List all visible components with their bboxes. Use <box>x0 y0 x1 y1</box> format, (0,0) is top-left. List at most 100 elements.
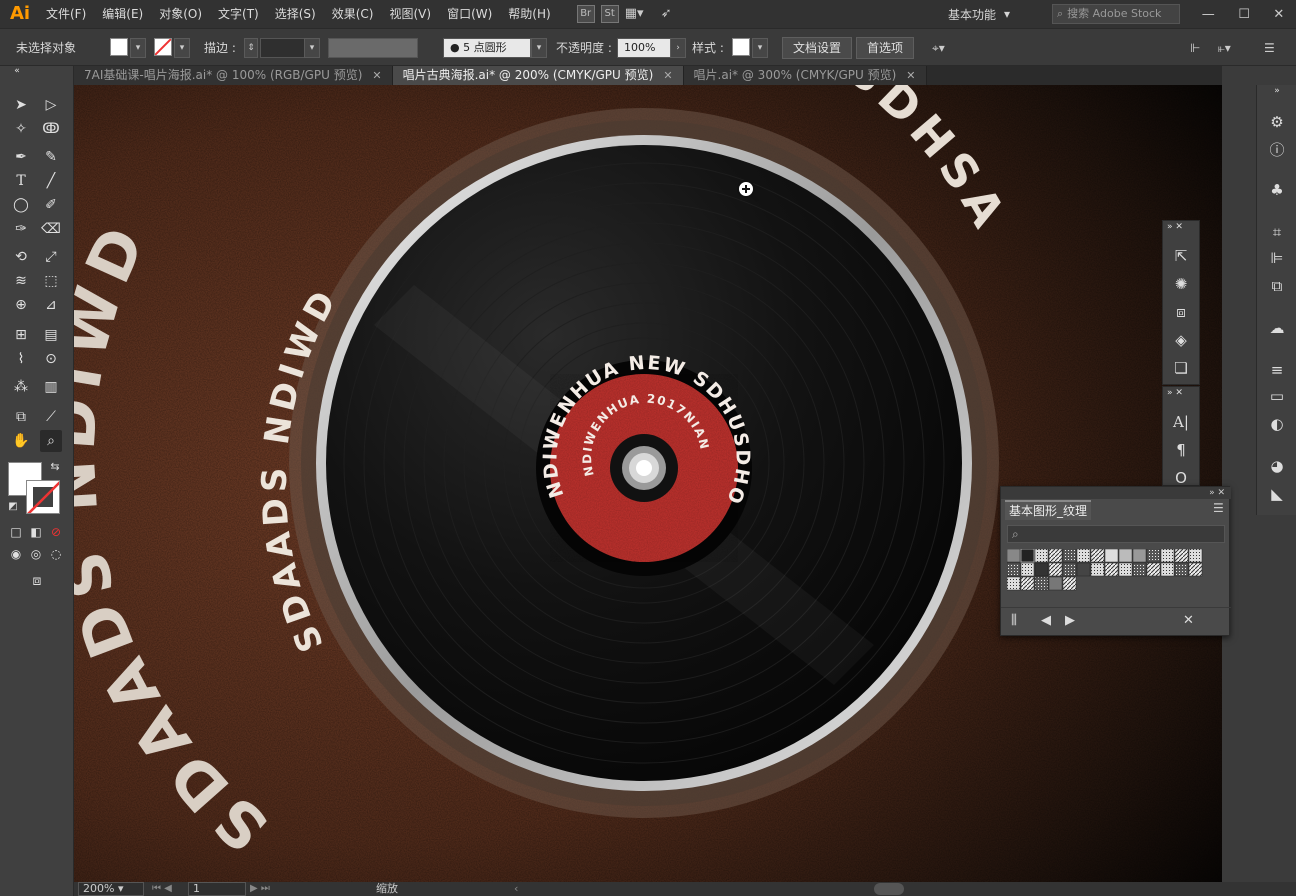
preferences-button[interactable]: 首选项 <box>856 37 915 59</box>
close-icon[interactable]: ✕ <box>372 66 381 85</box>
next-library-icon[interactable]: ▶ <box>1065 613 1075 628</box>
blend-tool-icon[interactable]: ⊙ <box>40 348 62 370</box>
tab-document-1[interactable]: 7AI基础课-唱片海报.ai* @ 100% (RGB/GPU 预览) ✕ <box>74 66 393 85</box>
variable-width-profile[interactable] <box>328 38 418 58</box>
appearance-icon[interactable]: ◕ <box>1266 455 1288 477</box>
line-tool-icon[interactable]: ╱ <box>40 170 62 192</box>
swap-fill-stroke-icon[interactable]: ⇆ <box>48 460 62 474</box>
pen-tool-icon[interactable]: ✒ <box>10 146 32 168</box>
type-tool-icon[interactable]: T <box>10 170 32 192</box>
horizontal-scrollbar-thumb[interactable] <box>874 883 904 895</box>
shaper-tool-icon[interactable]: ✑ <box>10 218 32 240</box>
width-tool-icon[interactable]: ≋ <box>10 270 32 292</box>
transform-icon[interactable]: ⌗ <box>1266 221 1288 243</box>
menu-effect[interactable]: 效果(C) <box>324 0 382 28</box>
properties-icon[interactable]: ⚙ <box>1266 111 1288 133</box>
minimize-icon[interactable]: — <box>1202 7 1215 22</box>
style-dropdown[interactable]: ▾ <box>752 38 768 58</box>
none-mode-icon[interactable]: ⊘ <box>48 524 64 540</box>
zoom-tool-icon[interactable]: ⌕ <box>40 430 62 452</box>
fill-dropdown[interactable]: ▾ <box>130 38 146 58</box>
scroll-left-icon[interactable]: ‹ <box>514 882 518 896</box>
menu-window[interactable]: 窗口(W) <box>439 0 500 28</box>
cc-libraries-icon[interactable]: ☁ <box>1266 317 1288 339</box>
mesh-tool-icon[interactable]: ⊞ <box>10 324 32 346</box>
info-icon[interactable]: ⓘ <box>1266 139 1288 161</box>
stock-icon[interactable]: St <box>600 5 619 23</box>
artboard-number-field[interactable]: 1 <box>188 882 246 896</box>
rotate-tool-icon[interactable]: ⟲ <box>10 246 32 268</box>
draw-inside-icon[interactable]: ◌ <box>48 546 64 562</box>
magic-wand-tool-icon[interactable]: ✧ <box>10 118 32 140</box>
draw-normal-icon[interactable]: ◉ <box>8 546 24 562</box>
first-artboard-icon[interactable]: ⏮ ◀ <box>152 882 172 896</box>
layers-icon[interactable]: ◈ <box>1170 329 1192 351</box>
color-mode-icon[interactable]: □ <box>8 524 24 540</box>
curvature-tool-icon[interactable]: ✎ <box>40 146 62 168</box>
workspace-switcher[interactable]: 基本功能 ▾ <box>948 0 1044 28</box>
document-setup-button[interactable]: 文档设置 <box>782 37 853 59</box>
bridge-icon[interactable]: Br <box>576 5 595 23</box>
close-icon[interactable]: ✕ <box>1273 7 1284 22</box>
panel-tab-title[interactable]: 基本图形_纹理 <box>1005 500 1092 520</box>
close-icon[interactable]: ✕ <box>663 66 672 85</box>
artboard-tool-icon[interactable]: ⧉ <box>10 406 32 428</box>
opacity-dropdown[interactable]: › <box>670 38 686 58</box>
pathfinder-icon[interactable]: ⧉ <box>1266 275 1288 297</box>
control-bar-menu-icon[interactable]: ☰ <box>1264 38 1275 58</box>
symbols-icon[interactable]: ♣ <box>1266 179 1288 201</box>
align-icon[interactable]: ⊫ <box>1266 247 1288 269</box>
eyedropper-tool-icon[interactable]: ⌇ <box>10 348 32 370</box>
artboard-canvas[interactable]: SDAADS NDIWD ENHUA NEW SDHUSDHSA SDAADS … <box>74 85 1222 882</box>
menu-edit[interactable]: 编辑(E) <box>94 0 151 28</box>
graphic-style-swatch[interactable] <box>732 38 750 56</box>
graphic-styles-icon[interactable]: ◣ <box>1266 483 1288 505</box>
stroke-color-box[interactable] <box>26 480 60 514</box>
distribute-icon[interactable]: ⫦▾ <box>1218 38 1231 58</box>
stroke-swatch[interactable] <box>154 38 172 56</box>
panel-menu-icon[interactable]: ☰ <box>1213 501 1224 515</box>
stroke-panel-icon[interactable]: ≡ <box>1266 359 1288 381</box>
add-to-swatches-icon[interactable]: ✕ <box>1183 613 1194 628</box>
character-icon[interactable]: A| <box>1170 411 1192 433</box>
stroke-dropdown[interactable]: ▾ <box>174 38 190 58</box>
close-icon[interactable]: ✕ <box>1217 488 1225 498</box>
collapse-icon[interactable]: « <box>6 66 28 76</box>
stroke-weight-dropdown[interactable]: ▾ <box>304 38 320 58</box>
brushes-icon[interactable]: ✺ <box>1170 273 1192 295</box>
ellipse-tool-icon[interactable]: ◯ <box>10 194 32 216</box>
direct-selection-tool-icon[interactable]: ▷ <box>40 94 62 116</box>
column-graph-tool-icon[interactable]: ▥ <box>40 376 62 398</box>
transparency-icon[interactable]: ◐ <box>1266 413 1288 435</box>
menu-select[interactable]: 选择(S) <box>267 0 324 28</box>
default-colors-icon[interactable]: ◩ <box>6 500 20 514</box>
gradient-mode-icon[interactable]: ◧ <box>28 524 44 540</box>
panel-header-icon[interactable]: » ✕ <box>1167 221 1197 233</box>
gradient-panel-icon[interactable]: ▭ <box>1266 385 1288 407</box>
swatch-search-input[interactable]: ⌕ <box>1007 525 1225 543</box>
stock-search-input[interactable]: ⌕ 搜索 Adobe Stock <box>1052 4 1180 24</box>
align-to-icon[interactable]: ⌖▾ <box>932 38 945 58</box>
free-transform-tool-icon[interactable]: ⬚ <box>40 270 62 292</box>
lasso-tool-icon[interactable]: ↂ <box>40 118 62 140</box>
opacity-field[interactable]: 100% <box>617 38 671 58</box>
tab-document-2[interactable]: 唱片古典海报.ai* @ 200% (CMYK/GPU 预览) ✕ <box>392 66 684 85</box>
maximize-icon[interactable]: ☐ <box>1238 7 1250 22</box>
hand-tool-icon[interactable]: ✋ <box>10 430 32 452</box>
perspective-grid-tool-icon[interactable]: ⊿ <box>40 294 62 316</box>
gpu-rocket-icon[interactable]: ➶ <box>661 5 679 23</box>
draw-behind-icon[interactable]: ◎ <box>28 546 44 562</box>
paragraph-icon[interactable]: ¶ <box>1170 439 1192 461</box>
menu-help[interactable]: 帮助(H) <box>500 0 558 28</box>
asset-export-icon[interactable]: ⧈ <box>1170 301 1192 323</box>
selection-tool-icon[interactable]: ➤ <box>10 94 32 116</box>
close-icon[interactable]: ✕ <box>906 66 915 85</box>
shape-builder-tool-icon[interactable]: ⊕ <box>10 294 32 316</box>
brush-dropdown[interactable]: ▾ <box>531 38 547 58</box>
stroke-weight-stepper[interactable]: ⇕ <box>244 38 258 58</box>
menu-object[interactable]: 对象(O) <box>151 0 210 28</box>
eraser-tool-icon[interactable]: ⌫ <box>40 218 62 240</box>
artboards-icon[interactable]: ❏ <box>1170 357 1192 379</box>
expand-panels-icon[interactable]: » <box>1266 85 1288 97</box>
panel-header-icon[interactable]: » ✕ <box>1167 387 1197 399</box>
